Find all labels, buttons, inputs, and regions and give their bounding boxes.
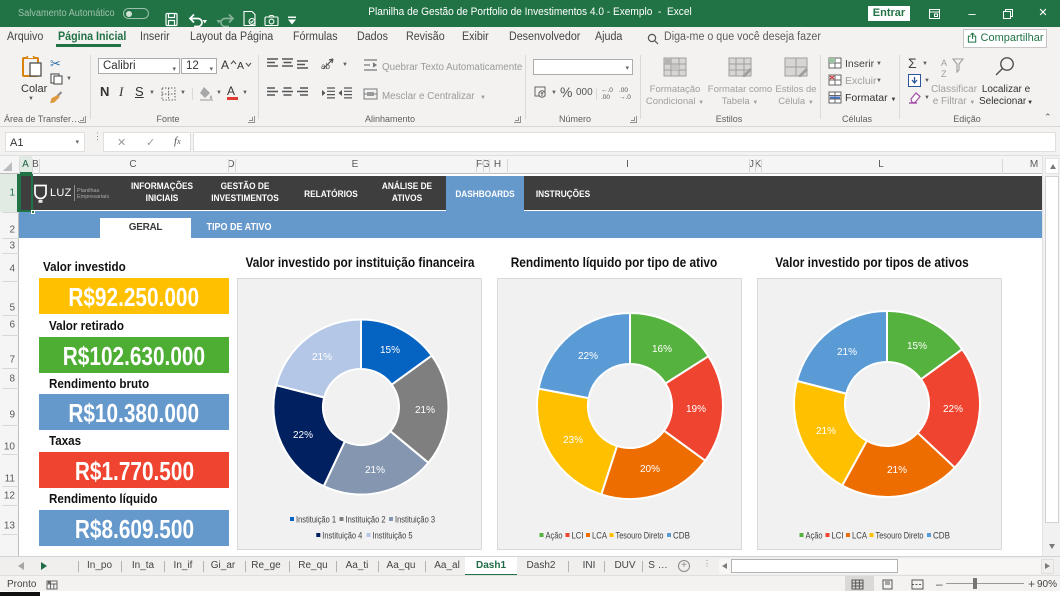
svg-text:16%: 16% bbox=[652, 344, 672, 355]
svg-text:Tesouro Direto: Tesouro Direto bbox=[616, 531, 664, 541]
svg-text:20%: 20% bbox=[640, 464, 660, 475]
svg-text:←.0: ←.0 bbox=[601, 87, 613, 94]
svg-text:22%: 22% bbox=[943, 404, 963, 415]
svg-text:Instituição 4: Instituição 4 bbox=[322, 531, 362, 541]
svg-text:21%: 21% bbox=[365, 465, 385, 476]
svg-text:21%: 21% bbox=[312, 352, 332, 363]
svg-text:15%: 15% bbox=[380, 345, 400, 356]
svg-text:LCA: LCA bbox=[852, 531, 867, 541]
svg-text:LCI: LCI bbox=[832, 531, 844, 541]
svg-text:Z: Z bbox=[941, 69, 947, 78]
svg-text:Ação: Ação bbox=[806, 531, 823, 541]
svg-text:22%: 22% bbox=[578, 351, 598, 362]
svg-text:Tesouro Direto: Tesouro Direto bbox=[876, 531, 924, 541]
svg-text:Instituição 5: Instituição 5 bbox=[373, 531, 413, 541]
svg-text:23%: 23% bbox=[563, 435, 583, 446]
svg-text:.00: .00 bbox=[619, 87, 628, 94]
svg-text:Instituição 2: Instituição 2 bbox=[346, 515, 386, 525]
svg-text:21%: 21% bbox=[837, 347, 857, 358]
svg-text:.00: .00 bbox=[601, 94, 610, 99]
svg-text:Ação: Ação bbox=[546, 531, 563, 541]
svg-text:CDB: CDB bbox=[933, 531, 950, 541]
svg-text:15%: 15% bbox=[907, 341, 927, 352]
svg-text:→.0: →.0 bbox=[619, 94, 631, 99]
svg-text:CDB: CDB bbox=[673, 531, 690, 541]
svg-text:LCA: LCA bbox=[592, 531, 607, 541]
svg-text:Instituição 3: Instituição 3 bbox=[395, 515, 435, 525]
svg-text:22%: 22% bbox=[293, 430, 313, 441]
svg-text:21%: 21% bbox=[415, 405, 435, 416]
svg-text:Instituição 1: Instituição 1 bbox=[296, 515, 336, 525]
svg-text:21%: 21% bbox=[816, 426, 836, 437]
svg-text:19%: 19% bbox=[686, 404, 706, 415]
svg-text:A: A bbox=[941, 58, 947, 68]
svg-text:21%: 21% bbox=[887, 465, 907, 476]
svg-text:LCI: LCI bbox=[572, 531, 584, 541]
svg-text:ab: ab bbox=[321, 62, 330, 71]
